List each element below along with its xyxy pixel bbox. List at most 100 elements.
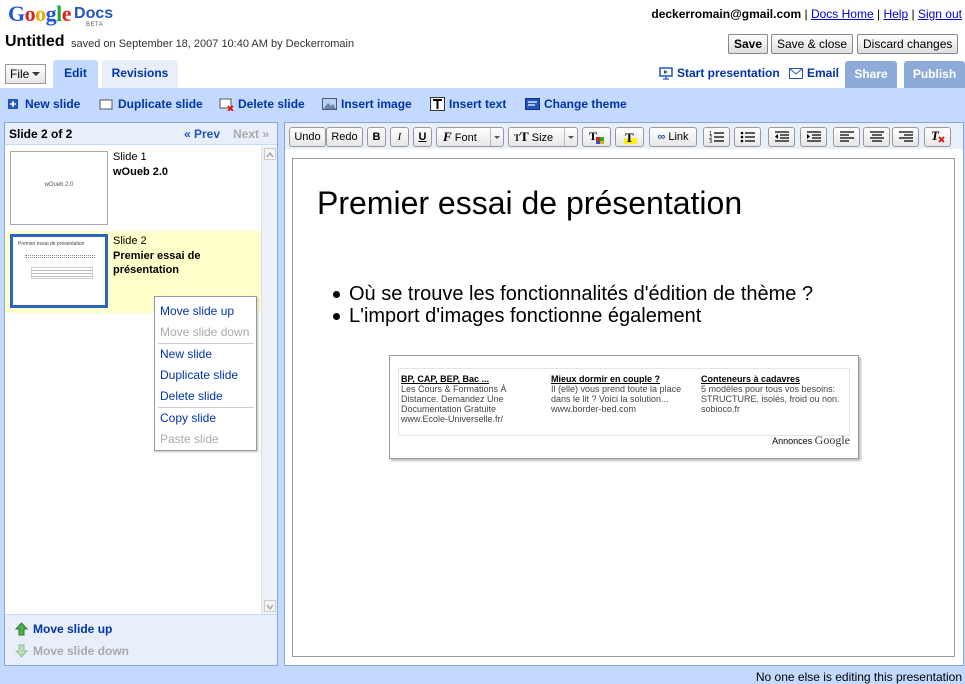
link-label: Link — [668, 131, 689, 143]
slides-panel-header: Slide 2 of 2 « Prev Next » — [5, 123, 277, 145]
ad-body: 5 modèles pour tous vos besoins: STRUCTU… — [701, 384, 840, 404]
slide-thumbnail[interactable]: wOueb 2.0 — [10, 151, 108, 225]
redo-button[interactable]: Redo — [326, 127, 363, 147]
file-menu[interactable]: File — [5, 64, 46, 84]
slides-scrollbar[interactable] — [261, 146, 277, 614]
logo-docs: Docs BETA — [74, 5, 114, 28]
slide-thumbnail-selected[interactable]: Premier essai de présentation — [10, 234, 108, 308]
footer-move-slide-up[interactable]: Move slide up — [15, 622, 112, 636]
ad-heading: Mieux dormir en couple ? — [551, 374, 661, 384]
image-icon — [322, 97, 337, 110]
footer-move-up-label: Move slide up — [33, 622, 113, 636]
slide-canvas[interactable]: Premier essai de présentation Où se trou… — [292, 158, 955, 657]
slide-item-1[interactable]: wOueb 2.0 Slide 1 wOueb 2.0 — [5, 146, 261, 226]
discard-changes-button[interactable]: Discard changes — [857, 34, 959, 54]
numbered-list-button[interactable]: 123 — [703, 127, 730, 147]
new-slide-label: New slide — [25, 97, 81, 111]
menu-item-new-slide[interactable]: New slide — [160, 347, 212, 361]
ad-column: Conteneurs à cadavres 5 modèles pour tou… — [701, 374, 841, 414]
new-slide-button[interactable]: New slide — [7, 97, 80, 111]
footer-move-slide-down: Move slide down — [15, 644, 129, 658]
svg-text:T: T — [931, 129, 940, 143]
share-button[interactable]: Share — [845, 61, 897, 88]
save-close-button[interactable]: Save & close — [771, 34, 854, 54]
svg-text:T: T — [625, 130, 634, 145]
presentation-screen-icon — [659, 66, 673, 80]
next-slide-link: Next » — [233, 127, 270, 141]
align-center-icon — [869, 131, 884, 142]
menu-item-move-slide-up[interactable]: Move slide up — [160, 304, 234, 318]
publish-button[interactable]: Publish — [904, 61, 965, 88]
tab-revisions[interactable]: Revisions — [102, 60, 178, 88]
change-theme-button[interactable]: Change theme — [525, 97, 627, 111]
save-button[interactable]: Save — [728, 34, 769, 54]
bullet-list-button[interactable] — [734, 127, 761, 147]
ad-column: Mieux dormir en couple ? Il (elle) vous … — [551, 374, 691, 414]
bullet-list-icon — [740, 131, 755, 143]
document-title[interactable]: Untitled — [5, 33, 65, 51]
text-color-button[interactable]: T — [582, 127, 611, 147]
link-separator: | — [876, 7, 881, 21]
thumbnail-bullets — [25, 255, 95, 258]
footer-move-down-label: Move slide down — [33, 644, 130, 658]
menu-item-delete-slide[interactable]: Delete slide — [160, 389, 223, 403]
ad-heading: Conteneurs à cadavres — [701, 374, 801, 384]
google-docs-logo[interactable]: Google Docs BETA — [8, 1, 114, 28]
undo-button[interactable]: Undo — [289, 127, 326, 147]
ad-brand-google: Google — [814, 433, 850, 447]
highlight-color-button[interactable]: T — [615, 127, 644, 147]
text-box-icon — [430, 97, 445, 111]
start-presentation-link[interactable]: Start presentation — [659, 66, 780, 80]
duplicate-slide-button[interactable]: Duplicate slide — [99, 97, 203, 111]
delete-slide-button[interactable]: Delete slide — [219, 97, 305, 111]
help-link[interactable]: Help — [883, 7, 908, 21]
new-slide-icon — [8, 98, 18, 109]
tab-edit[interactable]: Edit — [53, 60, 98, 88]
insert-text-button[interactable]: Insert text — [430, 97, 506, 111]
underline-button[interactable]: U — [413, 127, 432, 147]
slides-panel-footer: Move slide up Move slide down — [5, 614, 277, 665]
font-dropdown-label: Font — [454, 132, 477, 144]
slide-bullet-list[interactable]: Où se trouve les fonctionnalités d'éditi… — [333, 283, 813, 327]
italic-button[interactable]: I — [390, 127, 409, 147]
docs-home-link[interactable]: Docs Home — [811, 7, 874, 21]
chevron-down-icon — [564, 128, 577, 146]
bold-button[interactable]: B — [367, 127, 386, 147]
increase-indent-button[interactable] — [800, 127, 827, 147]
scroll-down-arrow-icon[interactable] — [264, 600, 276, 612]
arrow-down-icon — [15, 644, 28, 658]
insert-image-button[interactable]: Insert image — [322, 97, 412, 111]
link-button[interactable]: ∞ Link — [649, 127, 697, 147]
svg-text:T: T — [589, 129, 597, 143]
align-left-button[interactable] — [833, 127, 860, 147]
decrease-indent-button[interactable] — [768, 127, 795, 147]
text-color-icon: T — [589, 129, 604, 144]
top-links: deckerromain@gmail.com | Docs Home | Hel… — [651, 7, 962, 21]
slide-context-menu: Move slide up Move slide down New slide … — [154, 296, 257, 451]
chevron-down-icon — [490, 128, 503, 146]
slide-title-text[interactable]: Premier essai de présentation — [317, 185, 742, 222]
scroll-up-arrow-icon[interactable] — [264, 148, 276, 160]
ad-brand-label: Annonces — [772, 436, 813, 446]
font-dropdown[interactable]: F Font — [436, 127, 504, 147]
align-right-button[interactable] — [892, 127, 919, 147]
size-dropdown[interactable]: TT Size — [508, 127, 578, 147]
sign-out-link[interactable]: Sign out — [918, 7, 962, 21]
clear-formatting-button[interactable]: T — [924, 127, 951, 147]
indent-icon — [806, 131, 821, 142]
logo-google: Google — [8, 1, 72, 26]
link-separator: | — [911, 7, 915, 21]
menu-item-copy-slide[interactable]: Copy slide — [160, 411, 216, 425]
delete-slide-icon — [219, 98, 234, 111]
embedded-ad-image[interactable]: BP, CAP, BEP, Bac ... Les Cours & Format… — [389, 355, 859, 459]
align-center-button[interactable] — [863, 127, 890, 147]
collaboration-status: No one else is editing this presentation — [755, 670, 962, 684]
ad-url: www.border-bed.com — [551, 404, 637, 414]
email-link[interactable]: Email — [789, 66, 839, 80]
menu-item-duplicate-slide[interactable]: Duplicate slide — [160, 368, 238, 382]
slide-bullet[interactable]: Où se trouve les fonctionnalités d'éditi… — [333, 283, 813, 305]
ad-url: www.Ecole-Universelle.fr/ — [401, 414, 504, 424]
prev-slide-link[interactable]: « Prev — [184, 127, 220, 141]
slide-bullet[interactable]: L'import d'images fonctionne également — [333, 305, 813, 327]
slide-title: wOueb 2.0 — [113, 166, 169, 178]
